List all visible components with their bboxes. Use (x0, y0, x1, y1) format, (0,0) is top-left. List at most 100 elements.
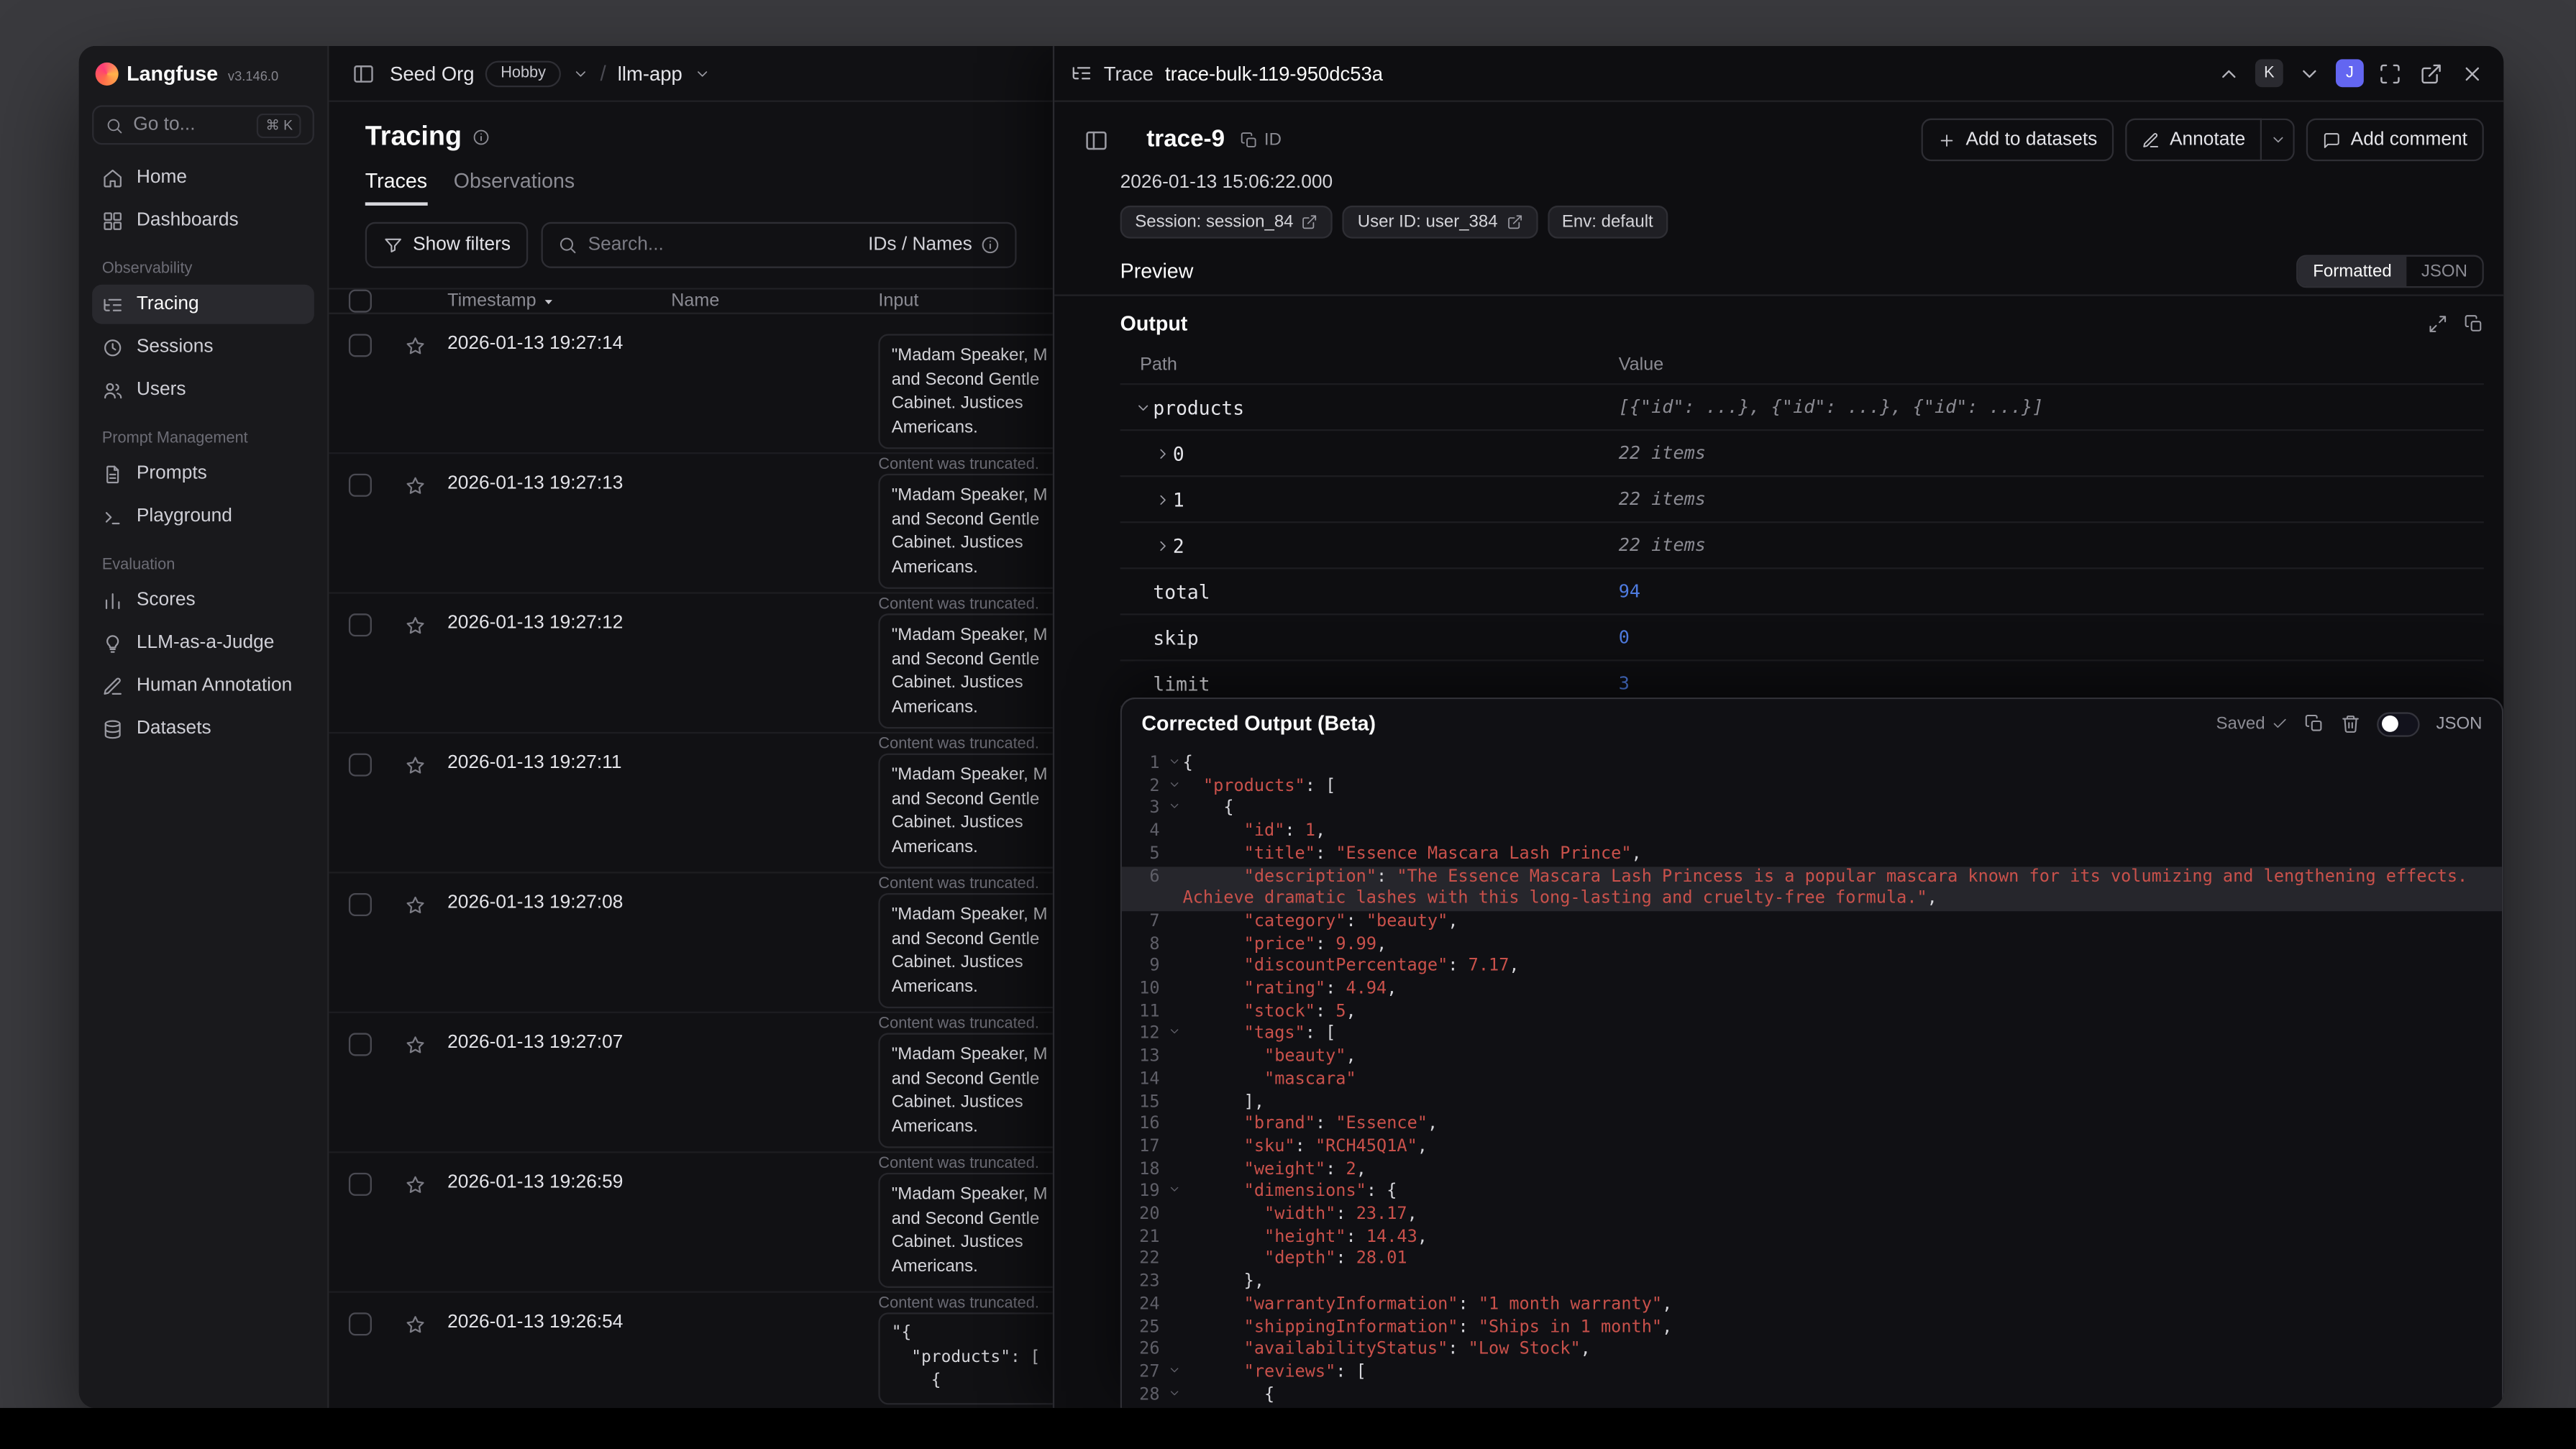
sidebar-item-playground[interactable]: Playground (92, 497, 314, 536)
output-path[interactable]: products (1120, 396, 1619, 419)
output-path[interactable]: 0 (1120, 442, 1619, 465)
fold-icon[interactable] (1167, 1183, 1180, 1196)
row-checkbox[interactable] (348, 1033, 372, 1056)
trash-icon[interactable] (2341, 714, 2360, 733)
project-name[interactable]: llm-app (618, 62, 682, 85)
chevron-right-icon[interactable] (1155, 491, 1171, 508)
plan-badge[interactable]: Hobby (485, 60, 561, 87)
shortcut-key-j[interactable]: J (2335, 59, 2364, 88)
column-header-name[interactable]: Name (671, 291, 878, 311)
add-comment-button[interactable]: Add comment (2306, 118, 2484, 162)
star-icon[interactable] (405, 1174, 426, 1196)
fold-icon[interactable] (1167, 1386, 1180, 1399)
preview-tabs-row: Preview Formatted JSON (1054, 239, 2504, 296)
table-row[interactable]: 2026-01-13 19:26:59 "Madam Speaker, Mand … (329, 1153, 1053, 1312)
org-name[interactable]: Seed Org (390, 62, 475, 85)
search-input[interactable] (588, 235, 859, 255)
code-text: "reviews": [ (1243, 1361, 1366, 1382)
output-path[interactable]: 1 (1120, 488, 1619, 511)
select-all-checkbox[interactable] (348, 289, 372, 313)
show-filters-button[interactable]: Show filters (365, 221, 529, 268)
column-header-timestamp[interactable]: Timestamp (447, 291, 671, 311)
table-row[interactable]: 2026-01-13 19:27:12 "Madam Speaker, Mand … (329, 594, 1053, 754)
tab-observations[interactable]: Observations (454, 170, 575, 206)
sidebar-item-human-annotation[interactable]: Human Annotation (92, 666, 314, 705)
sidebar-item-tracing[interactable]: Tracing (92, 284, 314, 324)
sidebar-item-home[interactable]: Home (92, 158, 314, 198)
chevron-right-icon[interactable] (1155, 445, 1171, 462)
expand-peek-button[interactable] (2375, 58, 2405, 88)
badge-user-id[interactable]: User ID: user_384 (1343, 205, 1538, 239)
table-row[interactable]: 2026-01-13 19:27:14 "Madam Speaker, Mand … (329, 314, 1053, 474)
copy-icon[interactable] (2464, 314, 2483, 334)
tree-toggle-button[interactable] (1081, 124, 1112, 155)
row-checkbox[interactable] (348, 473, 372, 497)
sidebar-item-sessions[interactable]: Sessions (92, 327, 314, 367)
star-icon[interactable] (405, 755, 426, 777)
badge-session[interactable]: Session: session_84 (1120, 205, 1333, 239)
json-toggle[interactable] (2377, 711, 2420, 736)
prev-trace-button[interactable] (2214, 58, 2244, 88)
open-in-new-button[interactable] (2416, 58, 2446, 88)
tab-preview[interactable]: Preview (1120, 260, 1194, 294)
shortcut-key-k[interactable]: K (2255, 59, 2283, 88)
chevron-down-icon[interactable] (1135, 399, 1151, 416)
row-checkbox[interactable] (348, 1172, 372, 1196)
judge-icon (106, 634, 119, 652)
star-icon[interactable] (405, 475, 426, 497)
goto-search[interactable]: Go to... ⌘ K (92, 105, 314, 145)
column-header-input[interactable]: Input (878, 291, 1052, 311)
annotate-button[interactable]: Annotate (2125, 118, 2262, 162)
app-version: v3.146.0 (227, 68, 279, 83)
expand-icon[interactable] (2428, 314, 2447, 334)
format-option-formatted[interactable]: Formatted (2298, 256, 2407, 286)
badge-env[interactable]: Env: default (1547, 205, 1668, 239)
table-row[interactable]: 2026-01-13 19:27:13 "Madam Speaker, Mand … (329, 454, 1053, 613)
table-row[interactable]: 2026-01-13 19:27:08 "Madam Speaker, Mand … (329, 874, 1053, 1033)
sidebar-item-users[interactable]: Users (92, 370, 314, 410)
fold-icon[interactable] (1167, 800, 1180, 813)
star-icon[interactable] (405, 1035, 426, 1056)
format-option-json[interactable]: JSON (2406, 257, 2482, 286)
sidebar-item-prompts[interactable]: Prompts (92, 454, 314, 493)
row-checkbox[interactable] (348, 334, 372, 357)
sidebar-toggle-button[interactable] (349, 58, 378, 88)
fold-icon[interactable] (1167, 777, 1180, 790)
add-to-datasets-button[interactable]: Add to datasets (1921, 118, 2114, 162)
code-line: 7 "category": "beauty", (1122, 911, 2502, 933)
fold-icon[interactable] (1167, 755, 1180, 768)
annotation-icon (104, 677, 122, 694)
row-checkbox[interactable] (348, 893, 372, 917)
sidebar-item-llm-as-a-judge[interactable]: LLM-as-a-Judge (92, 623, 314, 663)
tab-traces[interactable]: Traces (365, 170, 428, 206)
output-value: 22 items (1618, 534, 1706, 557)
copy-icon[interactable] (2304, 714, 2324, 733)
row-checkbox[interactable] (348, 1312, 372, 1336)
star-icon[interactable] (405, 336, 426, 357)
output-path[interactable]: 2 (1120, 534, 1619, 557)
row-checkbox[interactable] (348, 613, 372, 637)
sidebar-section-label: Prompt Management (101, 429, 248, 448)
sidebar-item-datasets[interactable]: Datasets (92, 709, 314, 749)
table-row[interactable]: 2026-01-13 19:27:11 "Madam Speaker, Mand … (329, 733, 1053, 893)
fold-icon[interactable] (1167, 1025, 1180, 1038)
search-scope-select[interactable]: IDs / Names (868, 235, 1000, 255)
star-icon[interactable] (405, 615, 426, 636)
annotate-dropdown-button[interactable] (2262, 118, 2295, 162)
chevron-down-icon[interactable] (694, 65, 711, 81)
next-trace-button[interactable] (2295, 58, 2324, 88)
chevron-right-icon[interactable] (1155, 537, 1171, 554)
star-icon[interactable] (405, 895, 426, 916)
chevron-down-icon[interactable] (572, 65, 589, 81)
info-icon[interactable] (472, 128, 490, 146)
table-row[interactable]: 2026-01-13 19:27:07 "Madam Speaker, Mand … (329, 1013, 1053, 1173)
fold-icon[interactable] (1167, 1363, 1180, 1376)
sidebar-item-scores[interactable]: Scores (92, 580, 314, 620)
close-peek-button[interactable] (2457, 58, 2487, 88)
row-checkbox[interactable] (348, 753, 372, 777)
sidebar-item-dashboards[interactable]: Dashboards (92, 201, 314, 240)
copy-id-button[interactable]: ID (1240, 130, 1282, 150)
star-icon[interactable] (405, 1315, 426, 1336)
tracing-icon (104, 298, 122, 311)
code-editor[interactable]: 1{2 "products": [3 {4 "id": 1, 5 "title":… (1121, 749, 2502, 1408)
